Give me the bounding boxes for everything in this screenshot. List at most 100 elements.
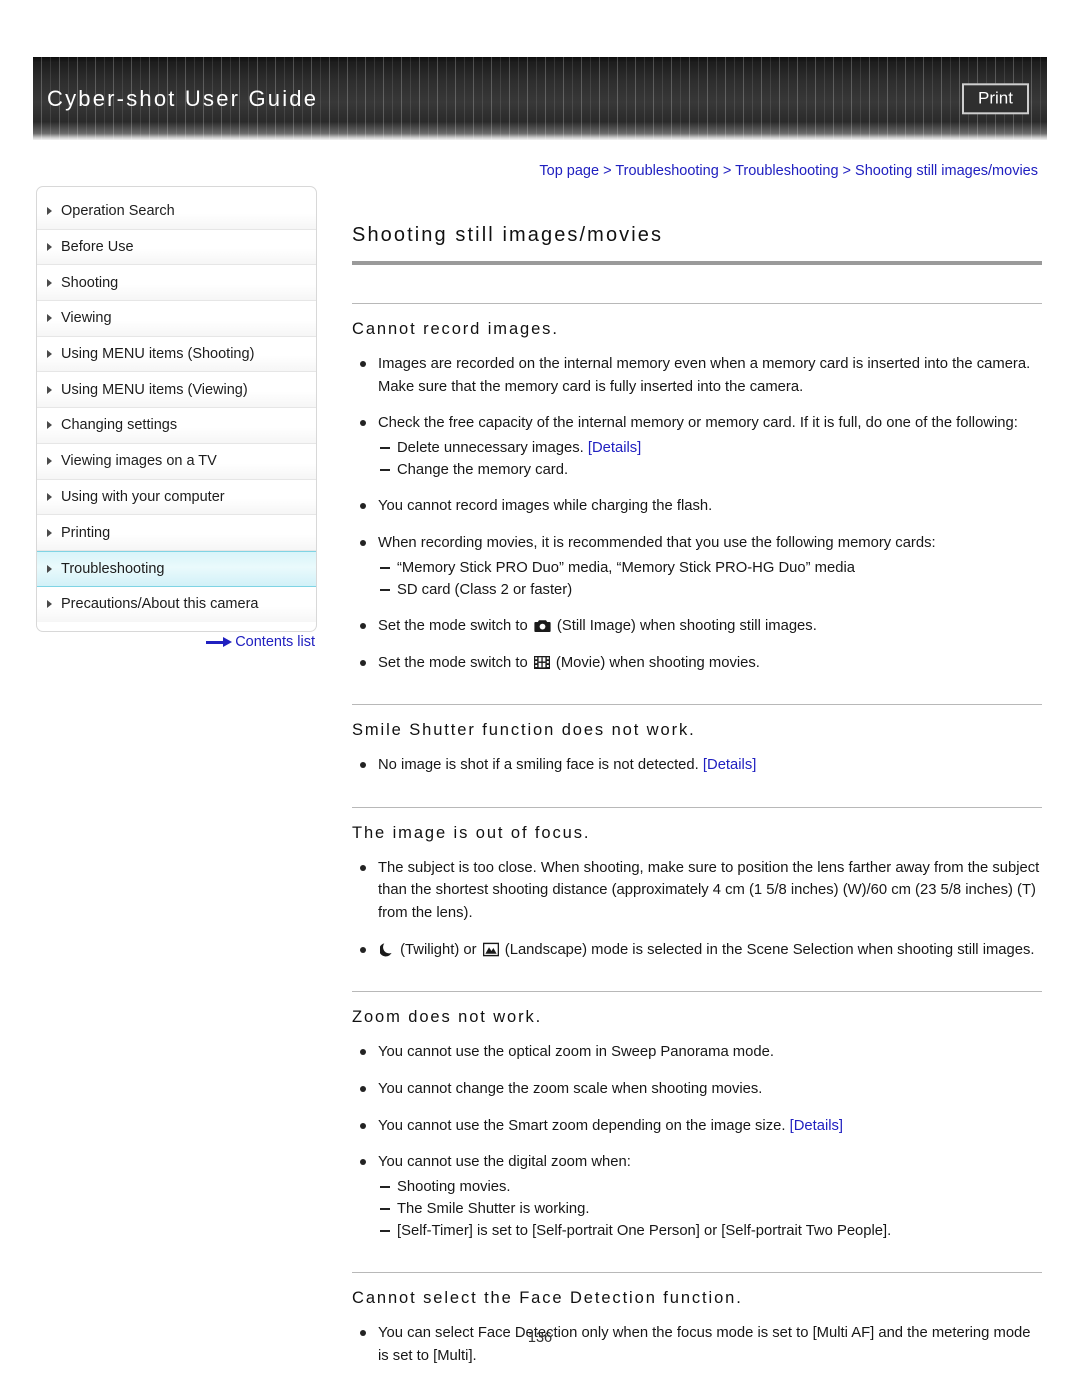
contents-list-link[interactable]: Contents list	[36, 634, 317, 650]
bullet-text: Set the mode switch to	[378, 654, 532, 671]
bullet-item: The subject is too close. When shooting,…	[352, 857, 1042, 925]
breadcrumb-separator: >	[842, 163, 852, 179]
sidebar-navigation: Operation Search Before Use Shooting Viewin…	[36, 186, 317, 633]
sidebar-item-label: Using MENU items (Shooting)	[61, 346, 255, 363]
sidebar-item-changing-settings[interactable]: Changing settings	[37, 408, 316, 444]
section-title: Cannot select the Face Detection functio…	[352, 1289, 743, 1308]
sidebar-item-before-use[interactable]: Before Use	[37, 229, 316, 266]
sidebar-item-using-menu-items-viewing[interactable]: Using MENU items (Viewing)	[37, 372, 316, 409]
sidebar-item-label: Viewing images on a TV	[61, 453, 217, 470]
section-divider	[352, 303, 1042, 304]
triangle-right-icon	[47, 278, 52, 287]
details-link[interactable]: [Details]	[790, 1118, 843, 1134]
bullet-list: No image is shot if a smiling face is no…	[352, 754, 1042, 777]
triangle-right-icon	[47, 457, 52, 466]
landscape-mountain-icon	[482, 942, 499, 957]
still-image-camera-icon	[534, 619, 551, 633]
triangle-right-icon	[47, 350, 52, 359]
details-link[interactable]: [Details]	[703, 757, 756, 773]
section-title: Cannot record images.	[352, 320, 559, 338]
bullet-item: Set the mode switch to (Still Image) whe…	[352, 615, 1042, 638]
dash-item-text: The Smile Shutter is working.	[397, 1200, 590, 1217]
dash-item: Delete unnecessary images. [Details]	[378, 437, 1042, 459]
breadcrumb-item-current-page[interactable]: Shooting still images/movies	[855, 163, 1038, 179]
dash-item: SD card (Class 2 or faster)	[378, 579, 1042, 601]
bullet-item: Images are recorded on the internal memo…	[352, 353, 1042, 398]
main-content: Shooting still images/movies Cannot reco…	[352, 224, 1042, 1368]
sidebar-item-label: Using MENU items (Viewing)	[61, 381, 248, 398]
content-section: Cannot select the Face Detection functio…	[352, 1272, 1042, 1367]
bullet-list: The subject is too close. When shooting,…	[352, 857, 1042, 962]
section-divider	[352, 704, 1042, 706]
section-title: Zoom does not work.	[352, 1008, 543, 1027]
section-divider	[352, 991, 1042, 993]
details-link[interactable]: [Details]	[588, 440, 641, 456]
bullet-item: No image is shot if a smiling face is no…	[352, 754, 1042, 777]
dash-item: “Memory Stick PRO Duo” media, “Memory St…	[378, 557, 1042, 579]
triangle-right-icon	[47, 564, 52, 573]
page-title: Shooting still images/movies	[352, 224, 664, 246]
bullet-text: Check the free capacity of the internal …	[378, 415, 1018, 432]
breadcrumb-item-troubleshooting-2[interactable]: Troubleshooting	[735, 163, 838, 179]
section-divider	[352, 806, 1042, 808]
dash-sublist: Delete unnecessary images. [Details] Chan…	[378, 437, 1042, 481]
page-number: 136	[527, 1330, 553, 1346]
dash-item-text: SD card (Class 2 or faster)	[397, 581, 573, 598]
sidebar-item-label: Precautions/About this camera	[61, 596, 259, 613]
print-button[interactable]: Print	[962, 82, 1029, 115]
sidebar-item-shooting[interactable]: Shooting	[37, 265, 316, 302]
bullet-item: You cannot use the optical zoom in Sweep…	[352, 1041, 1042, 1064]
sidebar-item-using-menu-items-shooting[interactable]: Using MENU items (Shooting)	[37, 336, 316, 373]
dash-item: [Self-Timer] is set to [Self-portrait On…	[378, 1220, 1042, 1242]
triangle-right-icon	[47, 492, 52, 501]
dash-item-text: Delete unnecessary images.	[397, 439, 584, 456]
bullet-text: You cannot use the optical zoom in Sweep…	[378, 1044, 774, 1061]
bullet-text: You cannot record images while charging …	[378, 498, 713, 515]
content-section: Zoom does not work. You cannot use the op…	[352, 991, 1042, 1242]
sidebar-item-label: Before Use	[61, 239, 134, 256]
bullet-text: No image is shot if a smiling face is no…	[378, 757, 699, 774]
sidebar-item-operation-search[interactable]: Operation Search	[37, 194, 316, 230]
sidebar-item-viewing[interactable]: Viewing	[37, 301, 316, 337]
bullet-text: You cannot use the Smart zoom depending …	[378, 1117, 786, 1134]
bullet-text: When recording movies, it is recommended…	[378, 534, 936, 551]
contents-list-label: Contents list	[235, 634, 315, 650]
sidebar-item-label: Shooting	[61, 274, 119, 291]
section-title: Smile Shutter function does not work.	[352, 721, 696, 740]
sidebar-item-printing[interactable]: Printing	[37, 515, 316, 551]
breadcrumb-item-troubleshooting-1[interactable]: Troubleshooting	[615, 163, 718, 179]
bullet-text: Set the mode switch to	[378, 617, 532, 634]
breadcrumb-item-top-page[interactable]: Top page	[539, 163, 599, 179]
sidebar-item-using-with-your-computer[interactable]: Using with your computer	[37, 479, 316, 516]
bullet-text: You cannot change the zoom scale when sh…	[378, 1080, 763, 1097]
dash-item-text: [Self-Timer] is set to [Self-portrait On…	[397, 1223, 892, 1240]
bullet-text: The subject is too close. When shooting,…	[378, 859, 1040, 921]
sidebar-item-viewing-images-on-a-tv[interactable]: Viewing images on a TV	[37, 443, 316, 480]
bullet-text: (Landscape) mode is selected in the Scen…	[500, 941, 1035, 958]
bullet-text: (Twilight) or	[396, 941, 481, 958]
dash-item: Shooting movies.	[378, 1176, 1042, 1198]
sidebar-item-label: Changing settings	[61, 417, 178, 434]
dash-item-text: Shooting movies.	[397, 1178, 511, 1195]
bullet-item: You cannot record images while charging …	[352, 495, 1042, 518]
triangle-right-icon	[47, 600, 52, 609]
bullet-item: You cannot use the digital zoom when: Sho…	[352, 1151, 1042, 1242]
sidebar-item-label: Troubleshooting	[61, 560, 165, 577]
bullet-text: Images are recorded on the internal memo…	[378, 356, 1031, 395]
dash-item-text: Change the memory card.	[397, 462, 569, 479]
app-header: Cyber-shot User Guide Print	[33, 57, 1047, 140]
bullet-list: You cannot use the optical zoom in Sweep…	[352, 1041, 1042, 1242]
sidebar-item-label: Using with your computer	[61, 488, 225, 505]
triangle-right-icon	[47, 385, 52, 394]
bullet-item: You cannot use the Smart zoom depending …	[352, 1115, 1042, 1138]
sidebar-item-precautions-about-this-camera[interactable]: Precautions/About this camera	[37, 586, 316, 623]
bullet-item: Set the mode switch to (Movie) when shoo…	[352, 652, 1042, 675]
bullet-list: Images are recorded on the internal memo…	[352, 353, 1042, 674]
content-section: Smile Shutter function does not work. No …	[352, 704, 1042, 777]
triangle-right-icon	[47, 243, 52, 252]
title-divider	[352, 261, 1042, 265]
content-section: The image is out of focus. The subject is…	[352, 806, 1042, 962]
triangle-right-icon	[47, 314, 52, 323]
triangle-right-icon	[47, 421, 52, 430]
sidebar-item-troubleshooting[interactable]: Troubleshooting	[37, 550, 316, 587]
